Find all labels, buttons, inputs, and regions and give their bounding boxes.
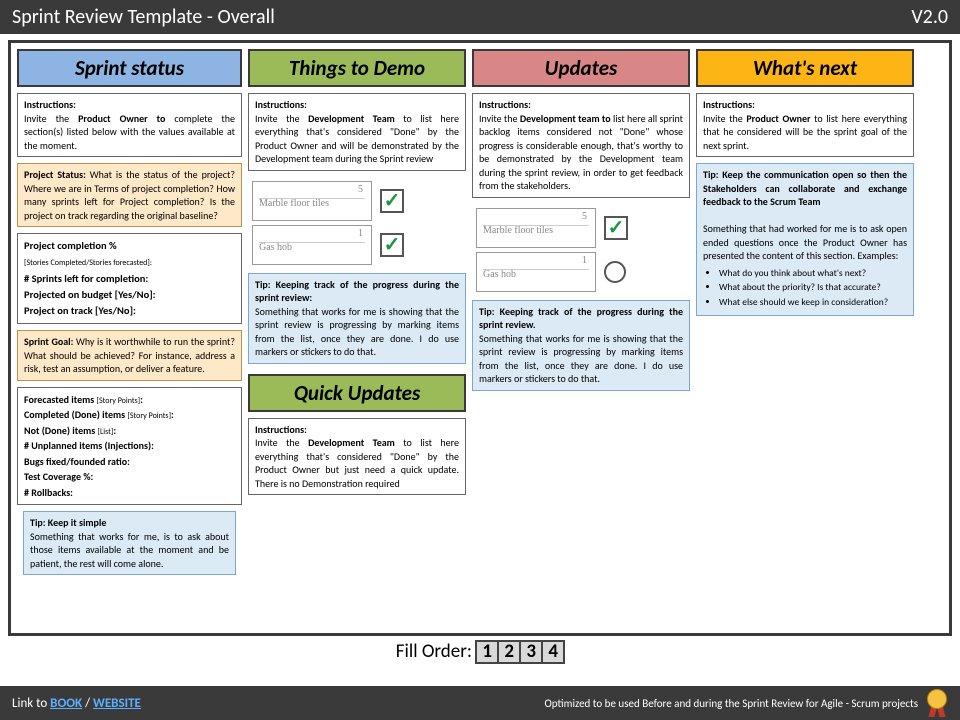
footer-caption: Optimized to be used Before and during t… (545, 697, 918, 710)
demo-card-1: 5Marble floor tiles (252, 181, 372, 221)
update-card-1: 5Marble floor tiles (476, 208, 596, 248)
col-header-updates: Updates (472, 49, 690, 87)
demo-card-2: 1Gas hob (252, 225, 372, 265)
fill-order-3: 3 (519, 640, 543, 664)
demo-cards: 5Marble floor tiles ✓ 1Gas hob ✓ (248, 177, 466, 267)
update-card-2: 1Gas hob (476, 252, 596, 292)
circle-icon (604, 261, 626, 283)
demo-instructions: Instructions: Invite the Development Tea… (248, 93, 466, 171)
updates-cards: 5Marble floor tiles ✓ 1Gas hob (472, 204, 690, 294)
demo-tip: Tip: Keeping track of the progress durin… (248, 273, 466, 364)
col-header-status: Sprint status (17, 49, 242, 87)
updates-instructions: Instructions: Invite the Development tea… (472, 93, 690, 198)
fill-order-2: 2 (497, 640, 521, 664)
fill-order: Fill Order: 1234 (0, 640, 960, 664)
page-title: Sprint Review Template - Overall (12, 5, 275, 29)
board: Sprint status Instructions: Invite the P… (8, 40, 952, 636)
check-icon: ✓ (380, 233, 404, 257)
fill-order-4: 4 (541, 640, 565, 664)
col-header-quick: Quick Updates (248, 374, 466, 412)
status-tip: Tip: Keep it simple Something that works… (23, 511, 236, 575)
col-things-to-demo: Things to Demo Instructions: Invite the … (248, 49, 466, 627)
check-icon: ✓ (380, 189, 404, 213)
check-icon: ✓ (604, 216, 628, 240)
footer-links: Link to BOOK / WEBSITE (12, 696, 141, 711)
book-link[interactable]: BOOK (50, 696, 82, 711)
next-instructions: Instructions: Invite the Product Owner t… (696, 93, 914, 157)
col-header-demo: Things to Demo (248, 49, 466, 87)
col-header-next: What's next (696, 49, 914, 87)
col-sprint-status: Sprint status Instructions: Invite the P… (17, 49, 242, 627)
col-whats-next: What's next Instructions: Invite the Pro… (696, 49, 914, 627)
website-link[interactable]: WEBSITE (93, 696, 141, 711)
footer-bar: Link to BOOK / WEBSITE Optimized to be u… (0, 686, 960, 720)
status-instructions: Instructions: Invite the Product Owner t… (17, 93, 242, 157)
title-bar: Sprint Review Template - Overall V2.0 (0, 0, 960, 34)
medal-icon (926, 689, 948, 717)
updates-tip: Tip: Keeping track of the progress durin… (472, 300, 690, 391)
next-tip: Tip: Keep the communication open so then… (696, 163, 914, 316)
project-status-box: Project Status: What is the status of th… (17, 163, 242, 227)
col-updates: Updates Instructions: Invite the Develop… (472, 49, 690, 627)
quick-instructions: Instructions: Invite the Development Tea… (248, 418, 466, 496)
status-fields-1: Project completion % [Stories Completed/… (17, 233, 242, 324)
sprint-goal-box: Sprint Goal: Why is it worthwhile to run… (17, 330, 242, 381)
fill-order-1: 1 (475, 640, 499, 664)
version-label: V2.0 (911, 5, 948, 29)
status-fields-2: Forecasted items [Story Points]: Complet… (17, 387, 242, 506)
